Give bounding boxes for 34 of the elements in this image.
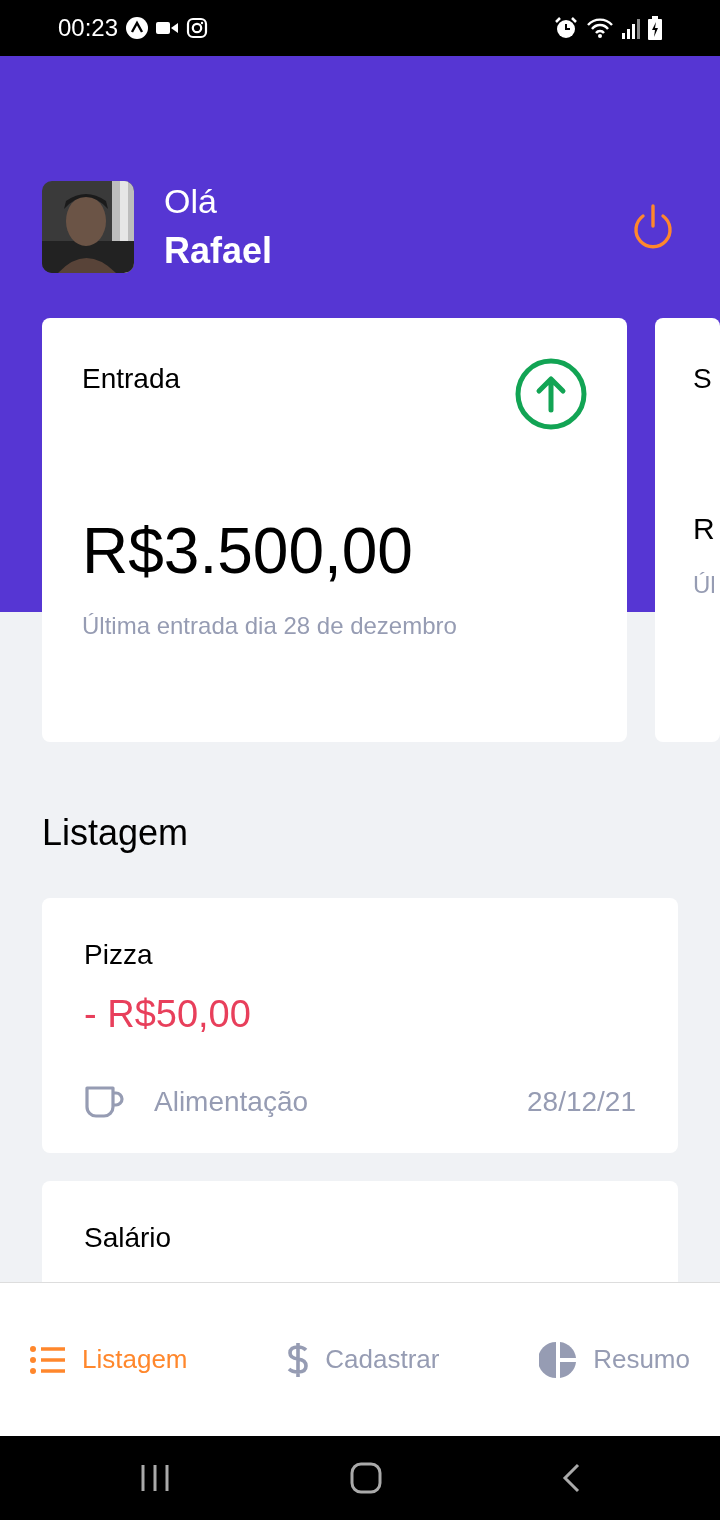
battery-icon (648, 16, 662, 40)
user-name: Rafael (164, 228, 273, 273)
app-icon (126, 17, 149, 39)
home-icon[interactable] (350, 1462, 382, 1494)
transaction-title: Pizza (84, 938, 154, 972)
wifi-icon (586, 17, 614, 39)
section-title: Listagem (42, 811, 190, 855)
camera-icon (186, 17, 209, 39)
card-amount: R (693, 512, 716, 545)
tab-button[interactable]: Cadastrar (287, 1340, 440, 1379)
transaction-date: 28/12/21 (527, 1085, 636, 1119)
card-title: S (693, 362, 712, 396)
signal-icon (622, 17, 640, 39)
card-amount: R$3.500,00 (82, 516, 414, 587)
last-transaction-text: Última entrada dia 28 de dezembro (82, 611, 458, 642)
back-icon[interactable] (562, 1463, 580, 1493)
dollar-icon (287, 1341, 310, 1378)
alarm-icon (554, 16, 578, 40)
arrow-up-icon (515, 358, 587, 430)
status-time: 00:23 (58, 13, 119, 43)
transaction-amount: - R$50,00 (84, 992, 252, 1037)
transaction-title: Salário (84, 1221, 173, 1255)
tab-button[interactable]: Listagem (30, 1340, 188, 1379)
power-icon[interactable] (632, 204, 674, 250)
recent-apps-icon[interactable] (140, 1464, 170, 1492)
pie-chart-icon (539, 1340, 578, 1379)
last-transaction-text: Úl (693, 570, 717, 600)
tab-button[interactable]: Resumo (539, 1340, 690, 1379)
greeting: Olá (164, 181, 218, 222)
video-icon (156, 20, 179, 36)
category-label: Alimentação (154, 1085, 309, 1119)
coffee-cup-icon (84, 1085, 124, 1119)
menu-icon (30, 1345, 66, 1374)
card-title: Entrada (82, 362, 181, 396)
